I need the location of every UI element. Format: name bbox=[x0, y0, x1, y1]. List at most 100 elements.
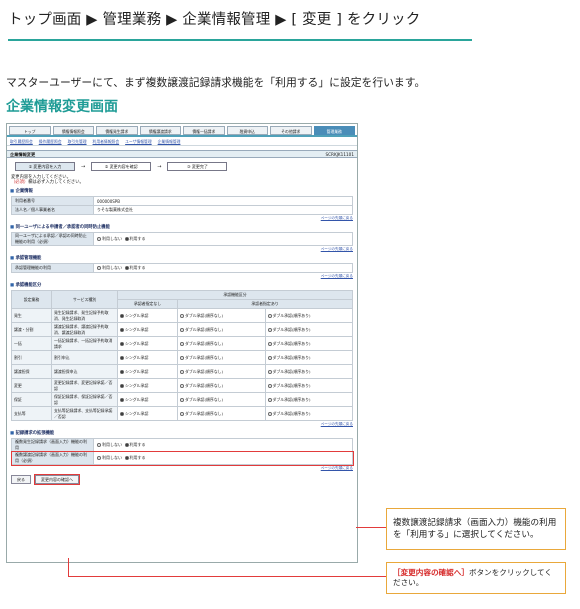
back-to-top-link[interactable]: ページの先頭に戻る bbox=[7, 274, 353, 279]
section-approval-category: 承認機能区分 bbox=[10, 282, 354, 288]
table-row: 複数発生記録請求（画面入力）機能の利用 利用しない 利用する bbox=[11, 438, 353, 452]
radio-on[interactable] bbox=[120, 397, 124, 402]
radio-off[interactable] bbox=[180, 341, 184, 346]
radio-on[interactable] bbox=[120, 341, 124, 346]
grid-service: 譲渡記録請求、譲渡記録予約取消、譲渡記録取消 bbox=[51, 322, 118, 337]
radio-off[interactable] bbox=[180, 355, 184, 360]
back-to-top-link[interactable]: ページの先頭に戻る bbox=[7, 216, 353, 221]
radio-off[interactable] bbox=[267, 411, 272, 416]
confirm-change-button[interactable]: 変更内容の確認へ bbox=[34, 474, 80, 485]
radio-off[interactable] bbox=[180, 383, 184, 388]
table-row: 譲渡担保 譲渡担保申込 シングル承認 ダブル承認(順序なし) ダブル承認(順序あり) bbox=[11, 364, 353, 379]
radio-off[interactable] bbox=[180, 327, 184, 332]
radio-label: 利用しない bbox=[102, 265, 122, 270]
radio-on[interactable] bbox=[120, 355, 124, 360]
same-user-table: 同一ユーザによる承認／承認の同時防止機能の利用（必須） 利用しない 利用する bbox=[11, 232, 353, 246]
grid-option: ダブル承認(順序なし) bbox=[177, 392, 266, 407]
radio-on[interactable] bbox=[120, 327, 124, 332]
required-mark: （必須） bbox=[11, 180, 29, 185]
radio-off[interactable] bbox=[97, 237, 101, 241]
tab-issue-request[interactable]: 債権発生請求 bbox=[96, 126, 138, 135]
radio-on[interactable] bbox=[120, 383, 124, 388]
subnav-op-history[interactable]: 操作履歴照会 bbox=[39, 138, 62, 144]
subnav-partner[interactable]: 取引先管理 bbox=[68, 138, 87, 144]
radio-off[interactable] bbox=[267, 397, 272, 402]
tab-transfer-request[interactable]: 債権譲渡請求 bbox=[139, 126, 181, 135]
grid-service: 変更記録請求、変更記録承諾／否認 bbox=[51, 378, 118, 393]
radio-on[interactable] bbox=[124, 266, 129, 270]
subnav-company-manage[interactable]: 企業情報管理 bbox=[158, 138, 181, 144]
back-to-top-link[interactable]: ページの先頭に戻る bbox=[7, 422, 353, 427]
radio-on[interactable] bbox=[124, 456, 129, 460]
table-row-highlighted: 複数譲渡記録請求（画面入力）機能の利用（必須） 利用しない 利用する bbox=[10, 450, 354, 466]
radio-label: ダブル承認(順序あり) bbox=[272, 382, 311, 388]
radio-label: ダブル承認(順序あり) bbox=[272, 326, 311, 332]
table-row: 譲渡・分割 譲渡記録請求、譲渡記録予約取消、譲渡記録取消 シングル承認 ダブル承認(順… bbox=[11, 322, 353, 337]
breadcrumb-title: トップ画面 ▶ 管理業務 ▶ 企業情報管理 ▶ [ 変更 ] をクリック bbox=[8, 12, 421, 28]
radio-on[interactable] bbox=[120, 369, 124, 374]
radio-on[interactable] bbox=[124, 237, 129, 241]
step-1: ① 変更内容を入力 bbox=[15, 162, 75, 171]
grid-service: 支払等記録請求、支払等記録承諾／否認 bbox=[51, 406, 118, 421]
radio-label: ダブル承認(順序なし) bbox=[185, 396, 224, 402]
table-row: 支払等 支払等記録請求、支払等記録承諾／否認 シングル承認 ダブル承認(順序なし) ダブ… bbox=[11, 406, 353, 421]
tab-top[interactable]: トップ bbox=[9, 126, 51, 135]
radio-off[interactable] bbox=[267, 313, 272, 318]
radio-off[interactable] bbox=[267, 341, 272, 346]
header-rule bbox=[8, 39, 472, 41]
approval-table: 承認管理機能の利用 利用しない 利用する bbox=[11, 263, 353, 273]
col-category: 設定業務 bbox=[11, 290, 52, 309]
subnav-user-manage[interactable]: ユーザ情報管理 bbox=[125, 138, 152, 144]
grid-option: ダブル承認(順序あり) bbox=[264, 350, 353, 365]
radio-off[interactable] bbox=[180, 397, 184, 402]
grid-service: 譲渡担保申込 bbox=[51, 364, 118, 379]
tab-claim-info[interactable]: 債権情報照会 bbox=[52, 126, 94, 135]
tab-admin[interactable]: 管理業務 bbox=[313, 126, 355, 135]
radio-off[interactable] bbox=[180, 369, 184, 374]
callout-button-name: ［変更内容の確認へ］ bbox=[393, 568, 469, 577]
grid-option: ダブル承認(順序なし) bbox=[177, 350, 266, 365]
radio-off[interactable] bbox=[97, 443, 101, 447]
subnav-trade-history[interactable]: 取引履歴照会 bbox=[10, 138, 33, 144]
radio-off[interactable] bbox=[97, 266, 101, 270]
radio-off[interactable] bbox=[267, 355, 272, 360]
tab-bulk-request[interactable]: 債権一括請求 bbox=[183, 126, 225, 135]
approval-grid: 設定業務 サービス種別 承認機能区分 承認者指定なし 承認者指定あり 発生 発生記… bbox=[11, 290, 353, 421]
radio-on[interactable] bbox=[120, 313, 124, 318]
radio-off[interactable] bbox=[267, 327, 272, 332]
step-indicator: ① 変更内容を入力 → ② 変更内容を確認 → ③ 変更完了 bbox=[15, 162, 349, 171]
grid-category: 譲渡・分割 bbox=[11, 322, 52, 337]
table-row: 利用者番号 000000SPB bbox=[11, 196, 353, 206]
radio-label: ダブル承認(順序なし) bbox=[185, 326, 224, 332]
tab-loan[interactable]: 融資申込 bbox=[226, 126, 268, 135]
grid-option: シングル承認 bbox=[117, 350, 178, 365]
radio-on[interactable] bbox=[124, 443, 129, 447]
arrow-right-icon: → bbox=[81, 163, 86, 170]
radio-off[interactable] bbox=[180, 411, 184, 416]
grid-option: シングル承認 bbox=[117, 392, 178, 407]
radio-label: 利用する bbox=[129, 236, 146, 241]
radio-label: ダブル承認(順序あり) bbox=[272, 340, 311, 346]
radio-label: シングル承認 bbox=[125, 312, 149, 318]
radio-label: シングル承認 bbox=[125, 340, 149, 346]
tab-other[interactable]: その他請求 bbox=[270, 126, 312, 135]
radio-on[interactable] bbox=[120, 411, 124, 416]
row-label: 承認管理機能の利用 bbox=[11, 263, 94, 273]
back-to-top-link[interactable]: ページの先頭に戻る bbox=[7, 247, 353, 252]
radio-off[interactable] bbox=[267, 383, 272, 388]
grid-option: シングル承認 bbox=[117, 364, 178, 379]
radio-label: 利用しない bbox=[102, 236, 122, 241]
radio-label: ダブル承認(順序なし) bbox=[185, 312, 224, 318]
table-row: 一括 一括記録請求、一括記録予約取消請求 シングル承認 ダブル承認(順序なし) ダブル承… bbox=[11, 336, 353, 351]
radio-off[interactable] bbox=[180, 313, 184, 318]
step-2: ② 変更内容を確認 bbox=[91, 162, 152, 171]
screen-title: 企業情報変更 bbox=[10, 152, 36, 157]
back-button[interactable]: 戻る bbox=[11, 475, 31, 484]
screenshot-frame: トップ 債権情報照会 債権発生請求 債権譲渡請求 債権一括請求 融資申込 その他… bbox=[6, 123, 358, 563]
subnav-user-info[interactable]: 利用者情報照会 bbox=[93, 138, 120, 144]
grid-category: 譲渡担保 bbox=[11, 364, 52, 379]
radio-label: ダブル承認(順序なし) bbox=[185, 382, 224, 388]
radio-off[interactable] bbox=[97, 456, 101, 460]
radio-off[interactable] bbox=[267, 369, 272, 374]
back-to-top-link[interactable]: ページの先頭に戻る bbox=[7, 466, 353, 471]
